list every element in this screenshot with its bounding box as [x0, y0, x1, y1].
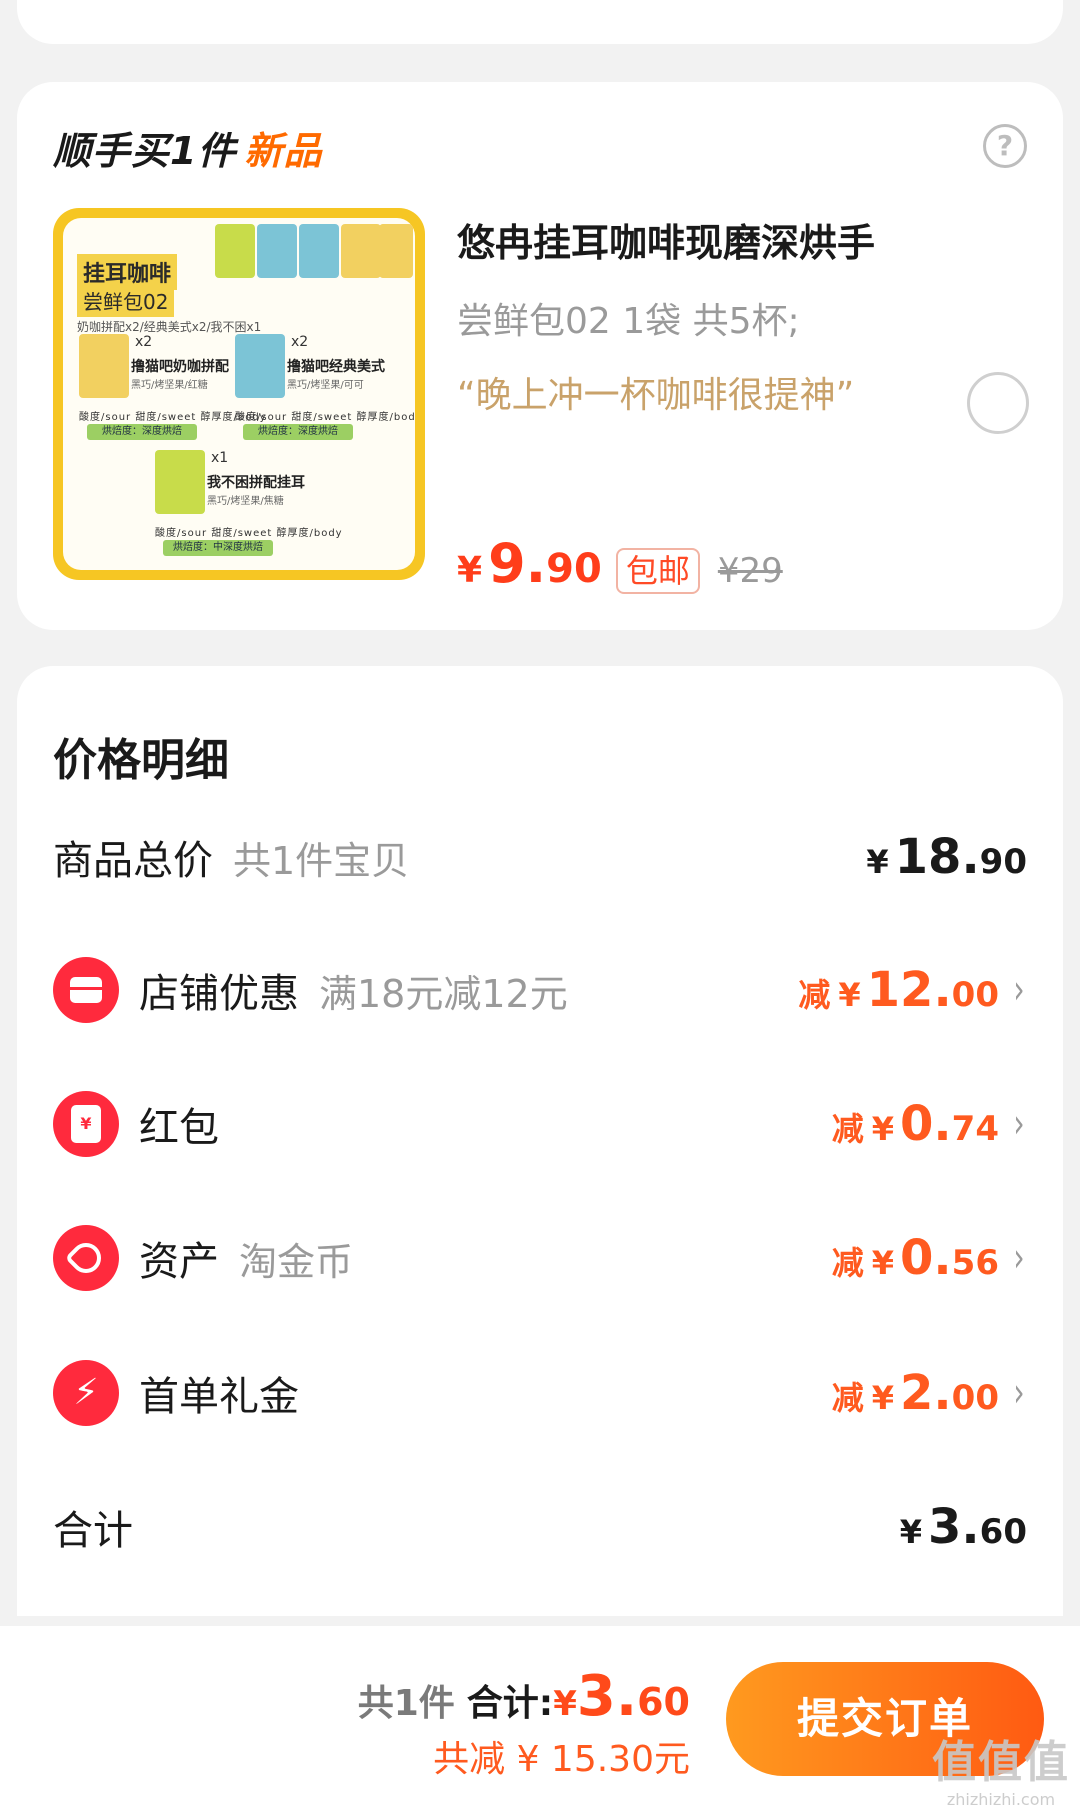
row-red-envelope[interactable]: ¥ 红包 减 ¥0. 74 › — [53, 1089, 1027, 1159]
lightning-icon: ⚡ — [53, 1360, 119, 1426]
select-radio[interactable] — [967, 372, 1029, 434]
original-price: ¥29 — [717, 551, 783, 591]
bottom-saved: 共减 ¥ 15.30元 — [433, 1739, 690, 1780]
product-title[interactable]: 悠冉挂耳咖啡现磨深烘手 — [457, 212, 875, 267]
thumb-pack: x2 撸猫吧经典美式 黑巧/烤坚果/可可 酸度/sour 甜度/sweet 醇厚… — [235, 334, 415, 440]
chevron-right-icon[interactable]: › — [1013, 1101, 1024, 1147]
total-amount: ¥3. 60 — [899, 1499, 1027, 1555]
addon-title: 顺手买1件 新品 — [53, 129, 323, 173]
store-discount-amount: 减 ¥12. 00 — [798, 962, 999, 1018]
row-subtotal: 商品总价 共1件宝贝 ¥18. 90 — [53, 829, 1027, 885]
price-detail-card: 价格明细 商品总价 共1件宝贝 ¥18. 90 店铺优惠 满18元减12元 减 ¥1… — [17, 666, 1063, 1616]
product-price: ¥ 9. 90 包邮 ¥29 — [457, 532, 783, 595]
thumb-subtitle: 尝鲜包02 — [77, 284, 175, 317]
free-shipping-badge: 包邮 — [615, 548, 700, 594]
help-icon[interactable]: ? — [983, 124, 1027, 168]
bottom-bar: 共1件 合计: ¥3. 60 共减 ¥ 15.30元 提交订单 值值值 zhizh… — [0, 1626, 1080, 1815]
row-store-discount[interactable]: 店铺优惠 满18元减12元 减 ¥12. 00 › — [53, 955, 1027, 1025]
chevron-right-icon[interactable]: › — [1013, 1235, 1024, 1281]
tag-icon — [53, 1225, 119, 1291]
bottom-total: 共1件 合计: ¥3. 60 — [357, 1664, 690, 1729]
red-envelope-amount: 减 ¥0. 74 — [831, 1096, 999, 1152]
chevron-right-icon[interactable]: › — [1013, 1370, 1024, 1416]
subtotal-amount: ¥18. 90 — [866, 829, 1027, 885]
section-title: 价格明细 — [53, 735, 229, 786]
first-order-amount: 减 ¥2. 00 — [831, 1365, 999, 1421]
product-quote: “晚上冲一杯咖啡很提神” — [457, 375, 855, 416]
thumb-pack: x2 撸猫吧奶咖拼配 黑巧/烤坚果/红糖 酸度/sour 甜度/sweet 醇厚… — [79, 334, 266, 440]
thumb-pack: x1 我不困拼配挂耳 黑巧/烤坚果/焦糖 酸度/sour 甜度/sweet 醇厚… — [155, 450, 342, 556]
product-thumbnail[interactable]: 挂耳咖啡 尝鲜包02 奶咖拼配x2/经典美式x2/我不困x1 x2 撸猫吧奶咖拼… — [53, 208, 425, 580]
addon-card: 顺手买1件 新品 ? 挂耳咖啡 尝鲜包02 奶咖拼配x2/经典美式x2/我不困x1… — [17, 82, 1063, 630]
new-tag: 新品 — [244, 129, 323, 173]
red-envelope-icon: ¥ — [53, 1091, 119, 1157]
watermark: 值值值 zhizhizhi.com — [932, 1737, 1070, 1809]
product-spec[interactable]: 尝鲜包02 1袋 共5杯; — [457, 292, 800, 344]
row-first-order-gift[interactable]: ⚡ 首单礼金 减 ¥2. 00 › — [53, 1358, 1027, 1428]
assets-amount: 减 ¥0. 56 — [831, 1230, 999, 1286]
thumb-line: 奶咖拼配x2/经典美式x2/我不困x1 — [77, 320, 262, 334]
store-icon — [53, 957, 119, 1023]
previous-card — [17, 0, 1063, 44]
row-assets[interactable]: 资产 淘金币 减 ¥0. 56 › — [53, 1223, 1027, 1293]
row-total: 合计 ¥3. 60 — [53, 1499, 1027, 1555]
chevron-right-icon[interactable]: › — [1013, 967, 1024, 1013]
